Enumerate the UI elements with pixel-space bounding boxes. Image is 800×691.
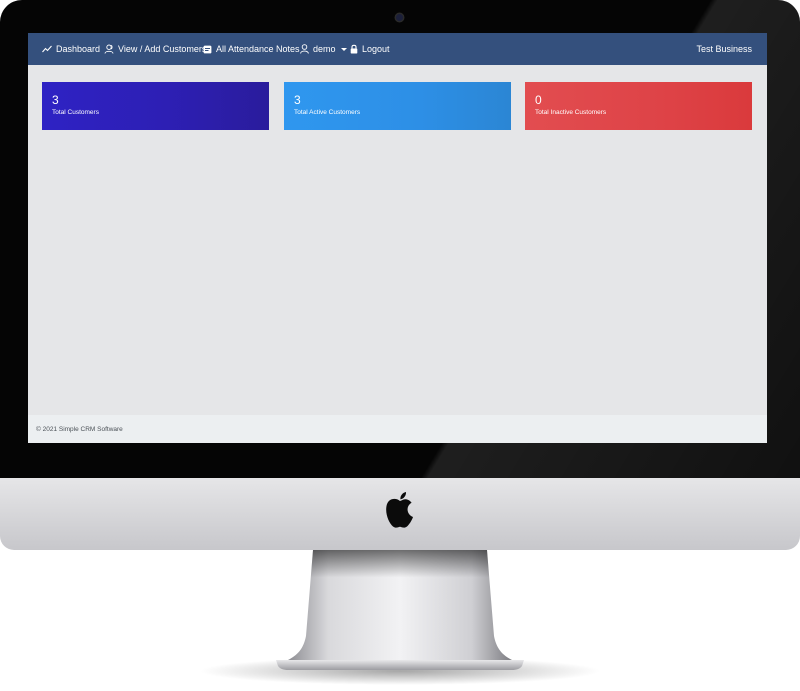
copyright-text: © 2021 Simple CRM Software	[36, 425, 123, 433]
nav-logout-label: Logout	[362, 44, 390, 54]
stat-card-inactive-customers[interactable]: 0 Total Inactive Customers	[525, 82, 752, 130]
stat-value: 0	[535, 93, 542, 107]
chevron-down-icon	[340, 47, 347, 51]
nav-user-menu[interactable]: demo	[300, 33, 347, 65]
nav-customers-label: View / Add Customers	[118, 44, 207, 54]
stat-card-active-customers[interactable]: 3 Total Active Customers	[284, 82, 511, 130]
monitor-stand	[200, 550, 600, 685]
stat-label: Total Active Customers	[294, 109, 361, 116]
stat-label: Total Customers	[52, 109, 99, 116]
nav-attendance-notes[interactable]: All Attendance Notes	[203, 33, 300, 65]
monitor-bezel: Dashboard View / Add Customers All Atten…	[0, 0, 800, 478]
nav-dashboard-label: Dashboard	[56, 44, 101, 54]
stat-label: Total Inactive Customers	[535, 109, 607, 116]
apple-logo-icon	[386, 492, 413, 528]
page-footer: © 2021 Simple CRM Software	[28, 415, 767, 443]
trend-line-icon	[42, 45, 52, 53]
brand-name[interactable]: Test Business	[696, 33, 752, 65]
top-navbar: Dashboard View / Add Customers All Atten…	[28, 33, 767, 65]
dashboard-content: 3 Total Customers 3 Total Active Custome…	[28, 65, 767, 415]
nav-user-label: demo	[313, 44, 336, 54]
screen: Dashboard View / Add Customers All Atten…	[28, 33, 767, 443]
camera-icon	[396, 14, 403, 21]
nav-logout[interactable]: Logout	[350, 33, 390, 65]
user-icon	[300, 44, 309, 54]
nav-attendance-label: All Attendance Notes	[216, 44, 300, 54]
lock-icon	[350, 44, 358, 54]
stat-card-total-customers[interactable]: 3 Total Customers	[42, 82, 269, 130]
nav-view-add-customers[interactable]: View / Add Customers	[104, 33, 206, 65]
nav-dashboard[interactable]: Dashboard	[42, 33, 100, 65]
stat-value: 3	[52, 93, 59, 107]
users-icon	[104, 44, 114, 54]
notes-icon	[203, 45, 212, 53]
stat-value: 3	[294, 93, 301, 107]
